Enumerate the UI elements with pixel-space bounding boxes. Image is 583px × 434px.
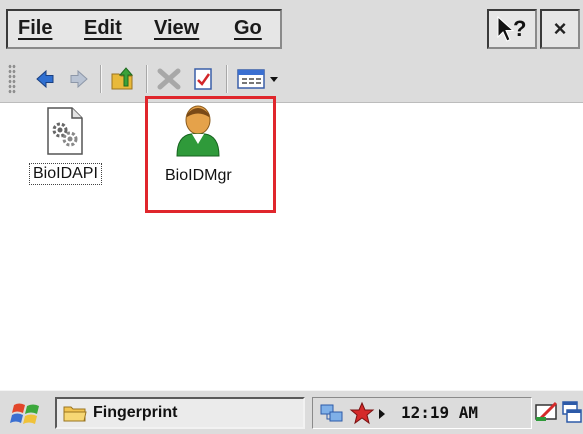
- task-button-fingerprint[interactable]: Fingerprint: [55, 397, 305, 429]
- properties-icon: [194, 68, 212, 90]
- user-icon: [176, 105, 220, 157]
- desktop-switch-icon[interactable]: [562, 399, 582, 425]
- start-button[interactable]: [10, 397, 44, 429]
- toolbar-separator: [146, 65, 147, 93]
- back-button[interactable]: [30, 64, 60, 94]
- desktop-item-bioidapi[interactable]: BioIDAPI: [29, 106, 102, 185]
- network-icon[interactable]: [319, 401, 345, 425]
- help-button[interactable]: ?: [487, 9, 537, 49]
- tray-expand-arrow-icon[interactable]: [377, 407, 387, 421]
- toolbar: [0, 56, 583, 103]
- forward-button[interactable]: [64, 64, 94, 94]
- toolbar-grip[interactable]: [8, 64, 16, 94]
- view-menu-button[interactable]: [234, 64, 284, 94]
- desktop-item-label: BioIDMgr: [165, 167, 232, 184]
- clock[interactable]: 12:19 AM: [401, 403, 478, 422]
- properties-button[interactable]: [188, 64, 218, 94]
- help-question-icon: ?: [497, 15, 526, 42]
- task-button-label: Fingerprint: [93, 404, 178, 421]
- taskbar: Fingerprint 12:19 AM: [0, 390, 583, 434]
- view-menu-icon: [237, 69, 278, 89]
- svg-text:?: ?: [513, 16, 526, 41]
- menu-file[interactable]: File: [18, 17, 52, 40]
- desktop-item-label: BioIDAPI: [29, 163, 102, 185]
- menu-go[interactable]: Go: [234, 17, 262, 40]
- close-icon: ×: [553, 16, 567, 41]
- menu-bar: File Edit View Go ? ×: [0, 0, 583, 56]
- menu-view[interactable]: View: [154, 17, 199, 40]
- toolbar-separator: [100, 65, 101, 93]
- delete-button[interactable]: [154, 64, 184, 94]
- up-folder-button[interactable]: [108, 64, 138, 94]
- windows-start-icon: [10, 403, 39, 424]
- dll-file-icon: [47, 107, 84, 155]
- up-folder-icon: [111, 67, 134, 90]
- input-panel-icon[interactable]: [534, 399, 560, 425]
- desktop-item-bioidmgr[interactable]: BioIDMgr: [162, 104, 235, 186]
- menu-edit[interactable]: Edit: [84, 17, 122, 40]
- battery-warning-icon[interactable]: [349, 401, 375, 425]
- folder-icon: [63, 406, 87, 422]
- menu-group: File Edit View Go: [6, 9, 282, 49]
- system-tray: 12:19 AM: [312, 397, 532, 429]
- toolbar-separator: [226, 65, 227, 93]
- forward-arrow-icon: [70, 69, 88, 89]
- back-arrow-icon: [36, 69, 54, 89]
- close-button[interactable]: ×: [540, 9, 580, 49]
- delete-icon: [157, 68, 181, 90]
